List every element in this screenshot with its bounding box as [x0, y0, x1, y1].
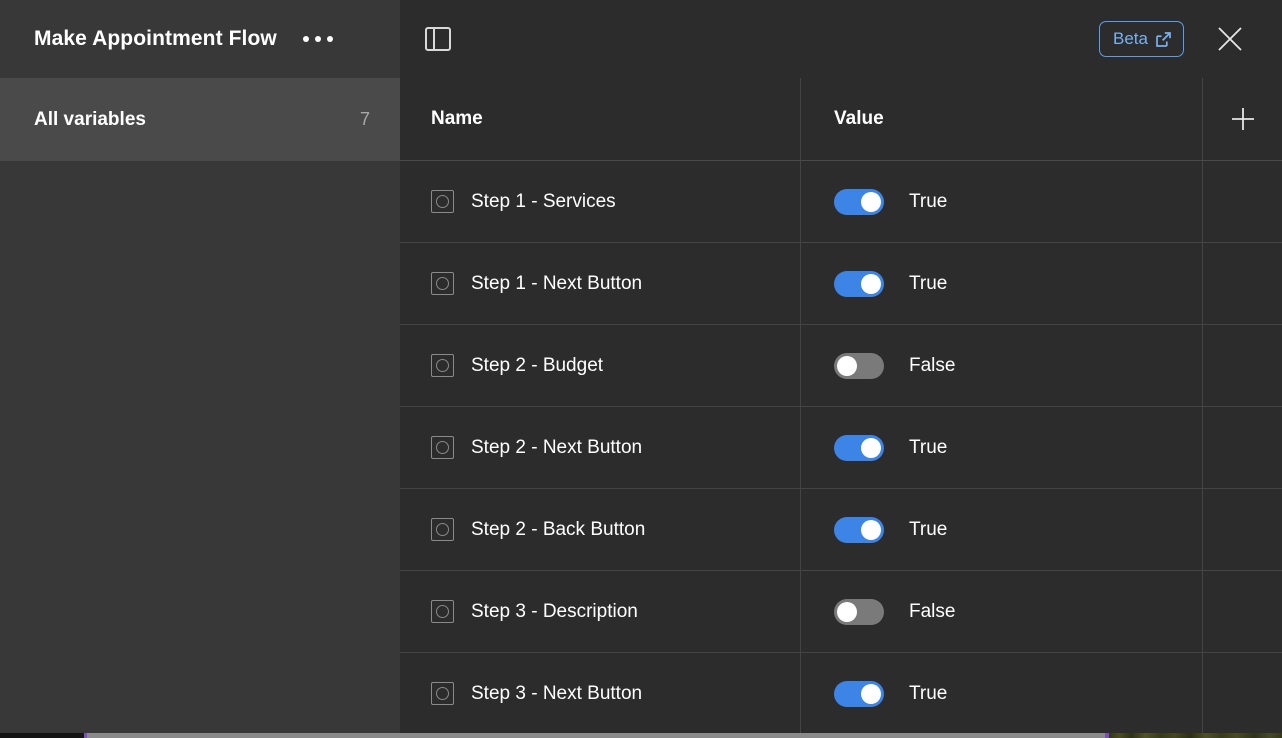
- boolean-toggle[interactable]: [834, 598, 884, 625]
- boolean-variable-icon: [431, 600, 454, 623]
- cell-variable-value: False: [801, 571, 1203, 652]
- bottom-strip-canvas-edge: [1109, 733, 1282, 738]
- cell-variable-value: True: [801, 653, 1203, 733]
- variable-name-label: Step 2 - Back Button: [471, 518, 646, 540]
- boolean-toggle[interactable]: [834, 516, 884, 543]
- cell-variable-value: True: [801, 407, 1203, 488]
- cell-row-action[interactable]: [1203, 489, 1282, 570]
- plus-icon: [1231, 108, 1254, 130]
- variable-value-label: True: [909, 272, 948, 294]
- cell-row-action[interactable]: [1203, 407, 1282, 488]
- toggle-knob: [837, 601, 857, 622]
- sidebar-item-all-variables[interactable]: All variables 7: [0, 78, 400, 161]
- boolean-toggle[interactable]: [834, 680, 884, 707]
- cell-variable-name[interactable]: Step 1 - Services: [400, 161, 801, 242]
- cell-variable-name[interactable]: Step 2 - Back Button: [400, 489, 801, 570]
- header-cell-action: [1203, 78, 1282, 160]
- boolean-variable-icon: [431, 682, 454, 705]
- cell-variable-name[interactable]: Step 2 - Next Button: [400, 407, 801, 488]
- cell-row-action[interactable]: [1203, 243, 1282, 324]
- variable-value-label: True: [909, 436, 948, 458]
- cell-row-action[interactable]: [1203, 653, 1282, 733]
- boolean-toggle[interactable]: [834, 434, 884, 461]
- variable-name-label: Step 2 - Budget: [471, 354, 604, 376]
- top-bar: Make Appointment Flow Beta: [0, 0, 1282, 78]
- boolean-toggle[interactable]: [834, 188, 884, 215]
- cell-row-action[interactable]: [1203, 325, 1282, 406]
- document-header: Make Appointment Flow: [0, 0, 400, 78]
- add-variable-button[interactable]: [1226, 102, 1260, 136]
- variables-table: Name Value Step 1 - Services True Step 1 -…: [400, 78, 1282, 733]
- horizontal-scrollbar[interactable]: [86, 733, 1105, 738]
- variable-value-label: False: [909, 354, 956, 376]
- close-button[interactable]: [1212, 21, 1248, 57]
- cell-variable-name[interactable]: Step 1 - Next Button: [400, 243, 801, 324]
- sidebar-item-count: 7: [359, 109, 370, 129]
- boolean-variable-icon: [431, 272, 454, 295]
- toggle-knob: [861, 191, 881, 212]
- variable-name-label: Step 3 - Next Button: [471, 682, 643, 704]
- cell-row-action[interactable]: [1203, 571, 1282, 652]
- toggle-knob: [861, 519, 881, 540]
- variable-name-label: Step 1 - Next Button: [471, 272, 643, 294]
- cell-variable-value: True: [801, 243, 1203, 324]
- variable-value-label: True: [909, 682, 948, 704]
- boolean-variable-icon: [431, 190, 454, 213]
- bottom-strip-left: [0, 733, 87, 738]
- table-row: Step 3 - Next Button True: [400, 653, 1282, 733]
- external-link-icon: [1156, 31, 1171, 47]
- boolean-toggle[interactable]: [834, 352, 884, 379]
- boolean-variable-icon: [431, 354, 454, 377]
- close-icon: [1218, 27, 1242, 51]
- header-cell-name: Name: [400, 78, 801, 160]
- cell-variable-value: True: [801, 489, 1203, 570]
- toggle-knob: [861, 437, 881, 458]
- beta-badge[interactable]: Beta: [1099, 21, 1184, 57]
- beta-label: Beta: [1113, 29, 1148, 48]
- variable-value-label: True: [909, 190, 948, 212]
- boolean-toggle[interactable]: [834, 270, 884, 297]
- variable-name-label: Step 3 - Description: [471, 600, 638, 622]
- variable-value-label: False: [909, 600, 956, 622]
- table-row: Step 1 - Next Button True: [400, 243, 1282, 325]
- cell-variable-name[interactable]: Step 3 - Description: [400, 571, 801, 652]
- variable-name-label: Step 2 - Next Button: [471, 436, 643, 458]
- column-header-value: Value: [834, 108, 884, 129]
- toggle-knob: [861, 273, 881, 294]
- table-row: Step 2 - Budget False: [400, 325, 1282, 407]
- table-header-row: Name Value: [400, 78, 1282, 161]
- cell-variable-name[interactable]: Step 2 - Budget: [400, 325, 801, 406]
- top-bar-controls: Beta: [400, 0, 1282, 78]
- boolean-variable-icon: [431, 436, 454, 459]
- variable-name-label: Step 1 - Services: [471, 190, 616, 212]
- sidebar-toggle-button[interactable]: [422, 23, 454, 55]
- variables-sidebar: All variables 7: [0, 78, 400, 733]
- table-row: Step 2 - Back Button True: [400, 489, 1282, 571]
- table-row: Step 3 - Description False: [400, 571, 1282, 653]
- table-row: Step 2 - Next Button True: [400, 407, 1282, 489]
- boolean-variable-icon: [431, 518, 454, 541]
- toggle-knob: [861, 683, 881, 704]
- header-cell-value: Value: [801, 78, 1203, 160]
- page-title: Make Appointment Flow: [34, 27, 277, 50]
- cell-variable-value: True: [801, 161, 1203, 242]
- sidebar-panel-icon: [425, 27, 451, 51]
- column-header-name: Name: [431, 108, 483, 129]
- cell-variable-value: False: [801, 325, 1203, 406]
- sidebar-item-label: All variables: [34, 108, 146, 130]
- variables-panel: Make Appointment Flow Beta All variables…: [0, 0, 1282, 738]
- bottom-scroll-strip: [0, 733, 1282, 738]
- cell-variable-name[interactable]: Step 3 - Next Button: [400, 653, 801, 733]
- more-options-icon[interactable]: [299, 30, 337, 48]
- cell-row-action[interactable]: [1203, 161, 1282, 242]
- table-body: Step 1 - Services True Step 1 - Next Butto…: [400, 161, 1282, 733]
- table-row: Step 1 - Services True: [400, 161, 1282, 243]
- toggle-knob: [837, 355, 857, 376]
- variable-value-label: True: [909, 518, 948, 540]
